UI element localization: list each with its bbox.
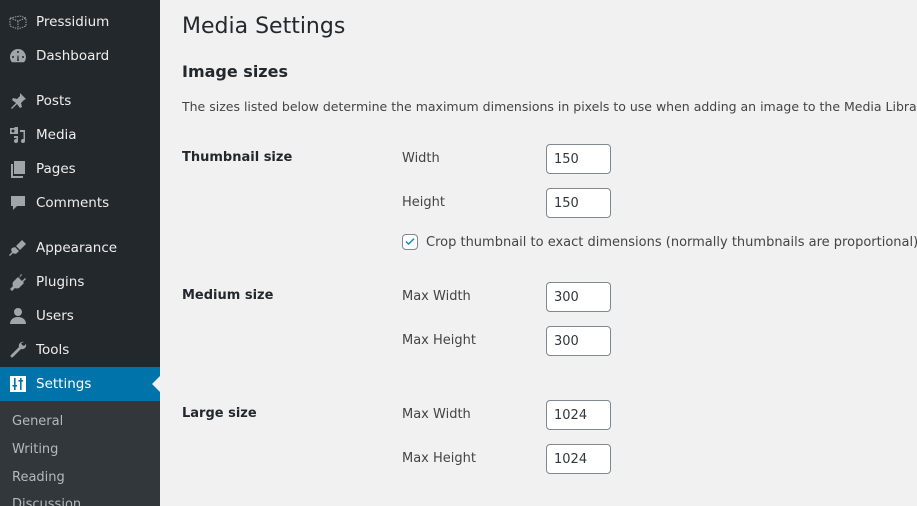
crop-thumbnail-label: Crop thumbnail to exact dimensions (norm… bbox=[426, 234, 917, 250]
thumbnail-height-label: Height bbox=[402, 195, 445, 210]
site-name: Pressidium bbox=[36, 14, 110, 30]
section-description: The sizes listed below determine the max… bbox=[182, 99, 917, 114]
sidebar-item-media[interactable]: Media bbox=[0, 118, 160, 152]
sliders-icon bbox=[0, 374, 36, 394]
sidebar-label: Posts bbox=[36, 93, 72, 109]
media-icon bbox=[0, 125, 36, 145]
submenu-item-reading[interactable]: Reading bbox=[12, 470, 65, 485]
sidebar-label: Tools bbox=[36, 342, 70, 358]
medium-width-input[interactable] bbox=[546, 282, 611, 312]
pages-icon bbox=[0, 159, 36, 179]
settings-submenu: General Writing Reading Discussion bbox=[0, 401, 160, 506]
submenu-item-general[interactable]: General bbox=[12, 414, 63, 429]
pin-icon bbox=[0, 91, 36, 111]
crop-thumbnail-option[interactable]: Crop thumbnail to exact dimensions (norm… bbox=[402, 234, 917, 250]
thumbnail-width-input[interactable] bbox=[546, 144, 611, 174]
checkmark-icon bbox=[405, 238, 415, 246]
dashboard-icon bbox=[0, 46, 36, 66]
large-height-label: Max Height bbox=[402, 451, 476, 466]
sidebar-label: Comments bbox=[36, 195, 110, 211]
sidebar-item-posts[interactable]: Posts bbox=[0, 84, 160, 118]
page-title: Media Settings bbox=[182, 14, 346, 39]
sidebar-item-settings[interactable]: Settings bbox=[0, 367, 160, 401]
pressidium-logo-icon bbox=[0, 12, 36, 32]
submenu-item-discussion[interactable]: Discussion bbox=[12, 497, 81, 506]
comment-icon bbox=[0, 193, 36, 213]
sidebar-label: Plugins bbox=[36, 274, 85, 290]
medium-height-label: Max Height bbox=[402, 333, 476, 348]
thumbnail-height-input[interactable] bbox=[546, 188, 611, 218]
sidebar-label: Pages bbox=[36, 161, 76, 177]
sidebar-item-tools[interactable]: Tools bbox=[0, 333, 160, 367]
large-size-title: Large size bbox=[182, 406, 257, 421]
sidebar-label: Dashboard bbox=[36, 48, 110, 64]
sidebar-item-appearance[interactable]: Appearance bbox=[0, 231, 160, 265]
submenu-item-writing[interactable]: Writing bbox=[12, 442, 58, 457]
sidebar-item-comments[interactable]: Comments bbox=[0, 186, 160, 220]
large-width-input[interactable] bbox=[546, 400, 611, 430]
sidebar-label: Users bbox=[36, 308, 74, 324]
thumbnail-width-label: Width bbox=[402, 151, 440, 166]
thumbnail-size-title: Thumbnail size bbox=[182, 150, 293, 165]
paintbrush-icon bbox=[0, 238, 36, 258]
crop-thumbnail-checkbox[interactable] bbox=[402, 234, 418, 250]
sidebar-item-dashboard[interactable]: Dashboard bbox=[0, 39, 160, 73]
plug-icon bbox=[0, 272, 36, 292]
medium-size-title: Medium size bbox=[182, 288, 274, 303]
sidebar-label: Settings bbox=[36, 376, 92, 392]
medium-width-label: Max Width bbox=[402, 289, 471, 304]
active-menu-indicator bbox=[152, 376, 160, 392]
wrench-icon bbox=[0, 340, 36, 360]
site-name-link[interactable]: Pressidium bbox=[0, 5, 160, 39]
sidebar-item-plugins[interactable]: Plugins bbox=[0, 265, 160, 299]
large-width-label: Max Width bbox=[402, 407, 471, 422]
sidebar-item-users[interactable]: Users bbox=[0, 299, 160, 333]
sidebar-label: Appearance bbox=[36, 240, 118, 256]
medium-height-input[interactable] bbox=[546, 326, 611, 356]
large-height-input[interactable] bbox=[546, 444, 611, 474]
section-title: Image sizes bbox=[182, 62, 288, 81]
admin-sidebar: Pressidium Dashboard Posts Media Pages C… bbox=[0, 0, 160, 506]
sidebar-label: Media bbox=[36, 127, 77, 143]
sidebar-item-pages[interactable]: Pages bbox=[0, 152, 160, 186]
user-icon bbox=[0, 306, 36, 326]
